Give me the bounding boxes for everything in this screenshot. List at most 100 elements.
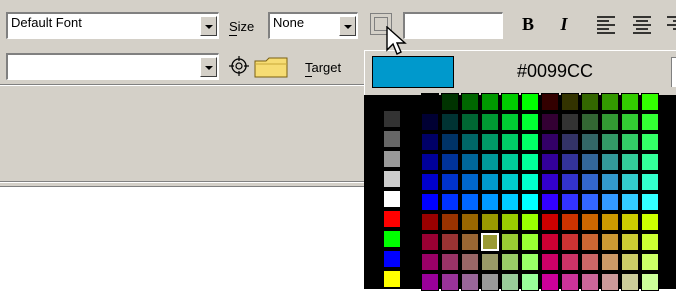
color-swatch[interactable] xyxy=(621,93,639,111)
basic-color-swatch[interactable] xyxy=(383,150,401,168)
color-swatch[interactable] xyxy=(441,253,459,271)
color-swatch[interactable] xyxy=(621,133,639,151)
color-swatch[interactable] xyxy=(481,193,499,211)
color-swatch[interactable] xyxy=(601,253,619,271)
color-swatch[interactable] xyxy=(441,193,459,211)
point-to-file-button[interactable] xyxy=(228,55,250,77)
color-swatch[interactable] xyxy=(601,153,619,171)
color-swatch[interactable] xyxy=(441,133,459,151)
color-swatch[interactable] xyxy=(641,113,659,131)
color-swatch[interactable] xyxy=(581,113,599,131)
color-swatch[interactable] xyxy=(421,93,439,111)
basic-color-swatch[interactable] xyxy=(383,130,401,148)
color-swatch[interactable] xyxy=(541,113,559,131)
color-swatch[interactable] xyxy=(501,153,519,171)
color-swatch[interactable] xyxy=(541,173,559,191)
color-swatch[interactable] xyxy=(561,173,579,191)
color-swatch[interactable] xyxy=(621,253,639,271)
color-swatch[interactable] xyxy=(561,213,579,231)
color-swatch[interactable] xyxy=(501,113,519,131)
color-swatch[interactable] xyxy=(641,173,659,191)
color-swatch[interactable] xyxy=(581,253,599,271)
color-swatch[interactable] xyxy=(621,273,639,291)
bold-button[interactable]: B xyxy=(516,12,540,36)
size-combo[interactable]: None xyxy=(268,12,358,39)
color-swatch[interactable] xyxy=(601,233,619,251)
color-swatch[interactable] xyxy=(481,173,499,191)
color-swatch[interactable] xyxy=(641,233,659,251)
color-swatch[interactable] xyxy=(621,153,639,171)
color-swatch[interactable] xyxy=(641,213,659,231)
color-swatch[interactable] xyxy=(601,133,619,151)
color-swatch[interactable] xyxy=(641,153,659,171)
document-area[interactable] xyxy=(0,188,364,289)
color-swatch[interactable] xyxy=(421,233,439,251)
color-swatch[interactable] xyxy=(421,153,439,171)
color-swatch[interactable] xyxy=(461,113,479,131)
color-swatch[interactable] xyxy=(521,213,539,231)
color-swatch[interactable] xyxy=(601,193,619,211)
color-swatch[interactable] xyxy=(461,193,479,211)
color-swatch[interactable] xyxy=(561,253,579,271)
color-swatch[interactable] xyxy=(541,253,559,271)
color-swatch[interactable] xyxy=(541,273,559,291)
color-swatch[interactable] xyxy=(561,113,579,131)
basic-color-swatch[interactable] xyxy=(383,250,401,268)
color-swatch[interactable] xyxy=(461,213,479,231)
color-swatch[interactable] xyxy=(421,253,439,271)
color-swatch[interactable] xyxy=(501,173,519,191)
color-swatch[interactable] xyxy=(481,93,499,111)
color-swatch[interactable] xyxy=(421,273,439,291)
color-swatch[interactable] xyxy=(521,193,539,211)
color-swatch[interactable] xyxy=(581,173,599,191)
color-swatch[interactable] xyxy=(521,153,539,171)
basic-color-swatch[interactable] xyxy=(383,230,401,248)
color-swatch[interactable] xyxy=(601,273,619,291)
color-swatch[interactable] xyxy=(501,213,519,231)
color-swatch[interactable] xyxy=(581,273,599,291)
color-swatch[interactable] xyxy=(441,233,459,251)
basic-color-swatch[interactable] xyxy=(383,110,401,128)
color-swatch[interactable] xyxy=(441,273,459,291)
align-left-button[interactable] xyxy=(594,12,618,36)
color-swatch[interactable] xyxy=(501,253,519,271)
color-swatch[interactable] xyxy=(461,273,479,291)
size-dropdown-button[interactable] xyxy=(339,16,356,36)
color-swatch[interactable] xyxy=(481,253,499,271)
color-swatch[interactable] xyxy=(441,153,459,171)
text-color-field[interactable] xyxy=(403,12,503,39)
color-swatch[interactable] xyxy=(421,213,439,231)
color-swatch[interactable] xyxy=(541,133,559,151)
font-combo[interactable]: Default Font xyxy=(6,12,219,39)
color-swatch[interactable] xyxy=(461,133,479,151)
color-swatch[interactable] xyxy=(581,233,599,251)
basic-color-swatch[interactable] xyxy=(383,170,401,188)
color-swatch[interactable] xyxy=(561,233,579,251)
color-swatch[interactable] xyxy=(521,253,539,271)
color-swatch[interactable] xyxy=(541,213,559,231)
color-swatch[interactable] xyxy=(521,93,539,111)
color-swatch[interactable] xyxy=(481,133,499,151)
basic-color-swatch[interactable] xyxy=(383,190,401,208)
color-swatch[interactable] xyxy=(621,113,639,131)
color-swatch[interactable] xyxy=(541,153,559,171)
italic-button[interactable]: I xyxy=(552,12,576,36)
color-swatch[interactable] xyxy=(561,193,579,211)
color-swatch[interactable] xyxy=(521,273,539,291)
color-swatch[interactable] xyxy=(461,253,479,271)
font-dropdown-button[interactable] xyxy=(200,16,217,36)
align-center-button[interactable] xyxy=(630,12,654,36)
color-swatch[interactable] xyxy=(461,93,479,111)
color-swatch[interactable] xyxy=(581,133,599,151)
color-swatch[interactable] xyxy=(521,173,539,191)
color-swatch[interactable] xyxy=(621,173,639,191)
color-swatch[interactable] xyxy=(601,173,619,191)
color-swatch[interactable] xyxy=(521,133,539,151)
color-swatch[interactable] xyxy=(621,233,639,251)
color-swatch[interactable] xyxy=(561,133,579,151)
color-swatch[interactable] xyxy=(561,153,579,171)
color-swatch[interactable] xyxy=(481,213,499,231)
color-swatch[interactable] xyxy=(501,273,519,291)
color-swatch[interactable] xyxy=(641,193,659,211)
basic-color-swatch[interactable] xyxy=(383,270,401,288)
